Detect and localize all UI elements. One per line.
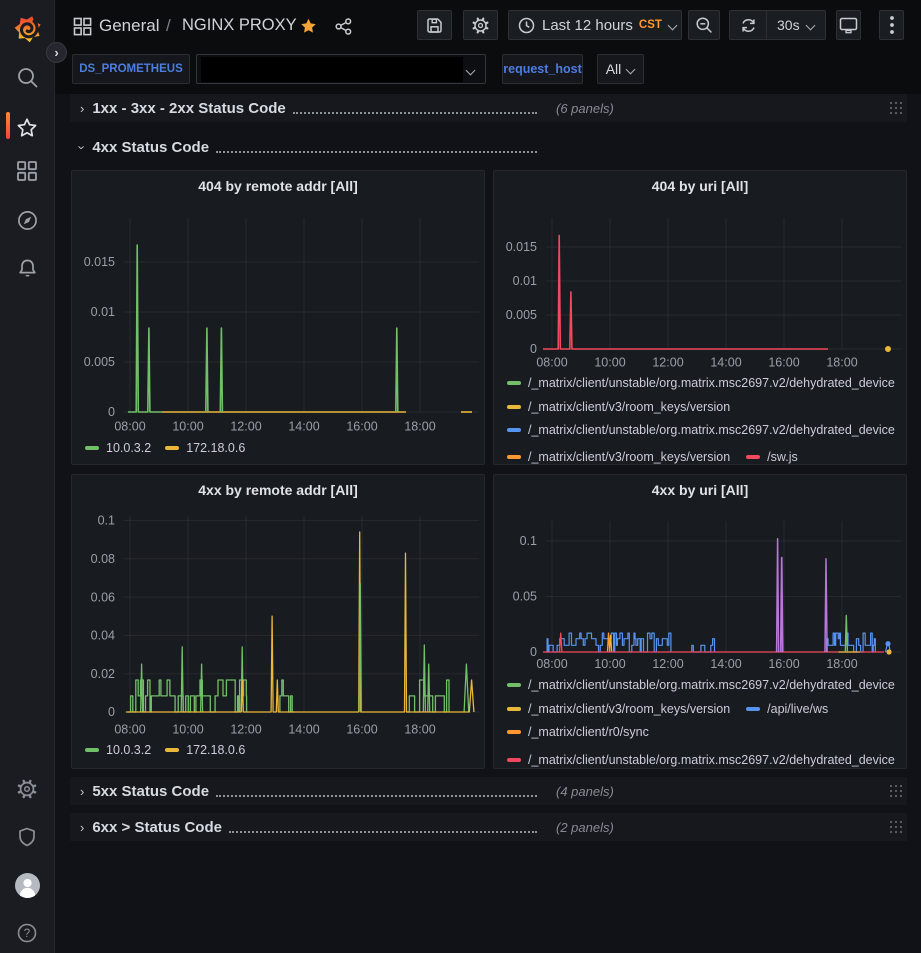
svg-text:14:00: 14:00 bbox=[288, 723, 319, 737]
svg-text:0.1: 0.1 bbox=[520, 534, 537, 548]
svg-text:0.05: 0.05 bbox=[513, 590, 537, 604]
svg-text:12:00: 12:00 bbox=[652, 356, 683, 370]
svg-text:14:00: 14:00 bbox=[710, 356, 741, 370]
svg-text:0.06: 0.06 bbox=[91, 590, 115, 604]
svg-text:10:00: 10:00 bbox=[594, 356, 625, 370]
svg-text:0.08: 0.08 bbox=[91, 552, 115, 566]
svg-text:0.1: 0.1 bbox=[98, 514, 115, 528]
svg-text:0.01: 0.01 bbox=[513, 274, 537, 288]
svg-text:14:00: 14:00 bbox=[288, 420, 319, 434]
svg-text:0: 0 bbox=[108, 705, 115, 719]
svg-text:0.04: 0.04 bbox=[91, 629, 115, 643]
svg-text:08:00: 08:00 bbox=[114, 723, 145, 737]
svg-text:16:00: 16:00 bbox=[346, 420, 377, 434]
svg-text:0: 0 bbox=[108, 405, 115, 419]
svg-text:0.015: 0.015 bbox=[506, 240, 537, 254]
svg-text:0.02: 0.02 bbox=[91, 667, 115, 681]
svg-text:08:00: 08:00 bbox=[536, 657, 567, 671]
svg-text:08:00: 08:00 bbox=[536, 356, 567, 370]
svg-text:?: ? bbox=[24, 928, 30, 940]
svg-text:18:00: 18:00 bbox=[404, 723, 435, 737]
svg-text:16:00: 16:00 bbox=[768, 657, 799, 671]
svg-text:16:00: 16:00 bbox=[768, 356, 799, 370]
svg-text:18:00: 18:00 bbox=[826, 356, 857, 370]
svg-text:0.005: 0.005 bbox=[84, 355, 115, 369]
svg-text:12:00: 12:00 bbox=[652, 657, 683, 671]
svg-text:12:00: 12:00 bbox=[230, 723, 261, 737]
svg-text:0: 0 bbox=[530, 342, 537, 356]
svg-text:18:00: 18:00 bbox=[404, 420, 435, 434]
svg-text:08:00: 08:00 bbox=[114, 420, 145, 434]
svg-text:16:00: 16:00 bbox=[346, 723, 377, 737]
svg-text:0.005: 0.005 bbox=[506, 308, 537, 322]
svg-text:18:00: 18:00 bbox=[826, 657, 857, 671]
svg-text:10:00: 10:00 bbox=[172, 723, 203, 737]
svg-text:10:00: 10:00 bbox=[172, 420, 203, 434]
svg-text:0.015: 0.015 bbox=[84, 255, 115, 269]
svg-text:10:00: 10:00 bbox=[594, 657, 625, 671]
svg-text:0.01: 0.01 bbox=[91, 305, 115, 319]
svg-text:14:00: 14:00 bbox=[710, 657, 741, 671]
svg-text:12:00: 12:00 bbox=[230, 420, 261, 434]
